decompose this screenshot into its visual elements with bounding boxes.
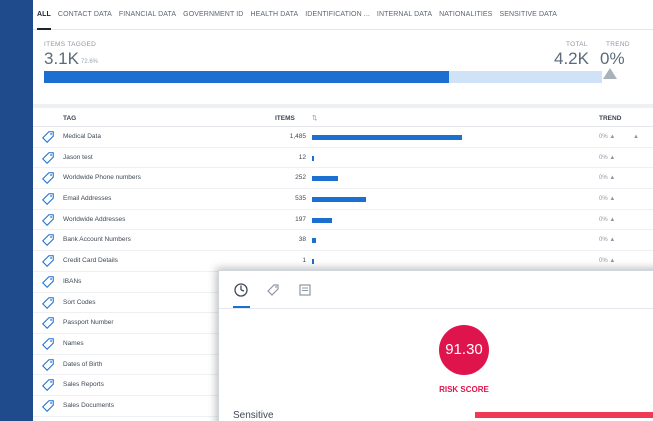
tag-name: Credit Card Details [63,257,118,265]
risk-score-label: RISK SCORE [439,385,489,394]
tab-sensitive-data[interactable]: SENSITIVE DATA [499,0,557,30]
table-row[interactable]: Email Addresses 535 0% ▲ [33,189,653,210]
gauge-icon[interactable] [233,282,249,298]
tag-icon [42,213,54,226]
item-count: 38 [298,236,306,244]
table-row[interactable]: Medical Data 1,485 0% ▲ [33,127,653,148]
tag-icon [42,338,54,350]
item-count-bar [312,135,462,140]
trend-value: 0% ▲ [599,134,616,140]
item-count-bar [312,197,366,203]
trend-value: 0% ▲ [599,196,616,203]
trend-value: 0% ▲ [599,175,616,182]
table-row[interactable]: Bank Account Numbers 38 0% ▲ [33,230,653,252]
detail-tabs [219,271,653,309]
tag-icon [42,255,54,268]
section-divider [33,104,653,108]
table-row[interactable]: Worldwide Phone numbers 252 0% ▲ [33,168,653,190]
tag-name: Passport Number [63,319,114,327]
item-count-bar [312,217,332,223]
items-tagged-progress-fill [44,71,450,83]
table-row[interactable]: Jason test 12 0% ▲ [33,148,653,169]
sensitive-bar [475,412,653,418]
trend-value: 0% ▲ [599,258,616,265]
total-value: 4.2K [554,49,589,68]
item-count-bar [312,259,314,265]
risk-detail-panel: 91.30 RISK SCORE Sensitive [218,270,653,421]
tag-icon [42,400,54,412]
tag-name: Dates of Birth [63,360,103,368]
tab-all[interactable]: ALL [37,0,51,30]
active-tab-indicator [233,306,250,308]
tag-icon [42,234,54,247]
document-icon[interactable] [297,282,313,298]
item-count-bar [312,176,338,182]
risk-score-value: 91.30 [439,325,489,375]
summary-section: ITEMS TAGGED 3.1K 72.6% TOTAL 4.2K TREND… [33,30,653,102]
tag-icon [42,172,54,185]
tag-name: Bank Account Numbers [63,236,131,244]
trend-value: 0% ▲ [599,154,616,161]
item-count: 252 [295,174,306,182]
table-row[interactable]: Credit Card Details 1 0% ▲ [33,251,653,272]
tag-name: Worldwide Addresses [63,215,126,223]
tag-icon [42,193,54,206]
tag-name: IBANs [63,277,82,285]
tag-icon [42,317,54,330]
item-count: 1 [302,257,306,265]
tab-contact-data[interactable]: CONTACT DATA [58,0,112,30]
tag-name: Names [63,339,84,347]
table-row[interactable]: Worldwide Addresses 197 0% ▲ [33,210,653,231]
tab-health-data[interactable]: HEALTH DATA [250,0,298,30]
tag-icon [42,151,54,164]
tag-icon [42,358,54,371]
sort-icon[interactable]: ⇅ [312,110,317,127]
tag-name: Sort Codes [63,298,96,306]
items-tagged-percent: 72.6% [81,59,99,65]
trend-value: 0% ▲ [599,216,616,223]
items-tagged-progress [44,71,602,83]
tag-name: Sales Reports [63,381,104,389]
tag-icon [42,276,54,288]
item-count: 1,485 [289,133,306,140]
items-tagged-label: ITEMS TAGGED [44,41,97,48]
sensitive-label: Sensitive [233,410,274,421]
category-tabs: ALL CONTACT DATA FINANCIAL DATA GOVERNMENT … [33,0,653,30]
column-header-trend[interactable]: TREND [599,110,621,127]
trend-value: 0% ▲ [599,237,616,244]
item-count: 12 [298,153,306,161]
tag-name: Sales Documents [63,401,114,409]
items-tagged-value: 3.1K [44,49,79,68]
tag-icon [42,131,54,143]
trend-label: TREND [606,41,630,48]
scroll-up-icon[interactable]: ▲ [633,134,639,140]
trend-up-icon [603,68,617,79]
tab-identification[interactable]: IDENTIFICATION ... [305,0,370,30]
item-count: 197 [295,215,306,223]
tab-government-id[interactable]: GOVERNMENT ID [183,0,243,30]
tag-icon [42,296,54,309]
item-count-bar [312,238,316,244]
tab-internal-data[interactable]: INTERNAL DATA [377,0,432,30]
tab-financial-data[interactable]: FINANCIAL DATA [119,0,176,30]
tag-name: Worldwide Phone numbers [63,174,141,182]
tag-icon [42,379,54,392]
total-label: TOTAL [566,41,588,48]
tab-nationalities[interactable]: NATIONALITIES [439,0,492,30]
item-count-bar [312,155,314,161]
tag-name: Medical Data [63,133,101,140]
tag-name: Email Addresses [63,195,112,203]
tag-icon[interactable] [265,282,281,298]
item-count: 535 [295,195,306,203]
column-header-tag[interactable]: TAG [63,110,76,127]
table-header: TAG ITEMS ⇅ TREND [33,110,653,127]
column-header-items[interactable]: ITEMS [275,110,295,127]
tag-name: Jason test [63,153,93,161]
trend-value: 0% [600,49,625,68]
